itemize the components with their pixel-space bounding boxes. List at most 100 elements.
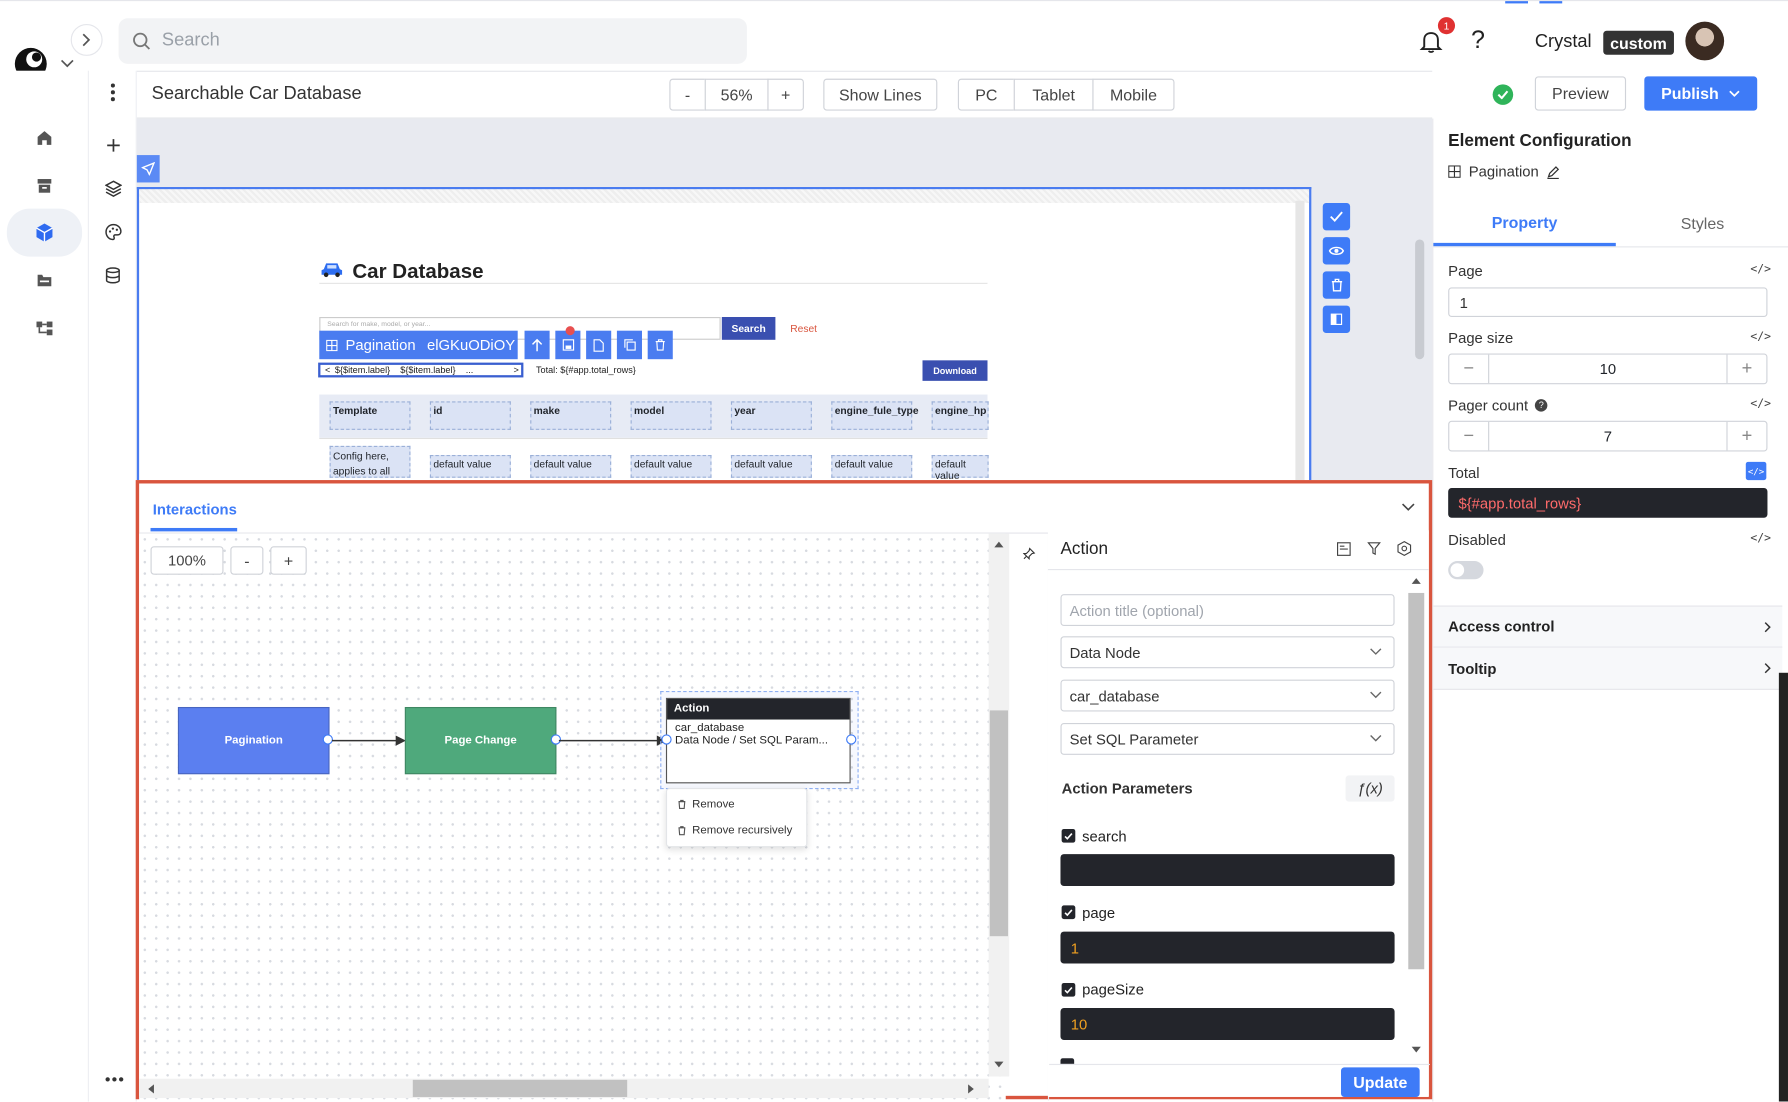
workflow-icon[interactable]	[25, 309, 64, 348]
node-port[interactable]	[661, 734, 672, 745]
interactions-tab[interactable]: Interactions	[150, 497, 238, 532]
app-reset-link[interactable]: Reset	[790, 323, 817, 334]
collapse-sidebar-button[interactable]	[70, 23, 103, 56]
delete-icon[interactable]	[647, 330, 673, 360]
param-checkbox-search[interactable]	[1061, 828, 1076, 843]
fx-button[interactable]: ƒ(x)	[1345, 775, 1395, 802]
pin-icon[interactable]	[1022, 547, 1036, 560]
add-icon[interactable]	[103, 135, 124, 156]
pagination-node[interactable]: Pagination	[177, 706, 330, 775]
pager-preview[interactable]: < ${$item.label} ${$item.label} ... >	[318, 362, 524, 378]
tooltip-section[interactable]: Tooltip	[1433, 647, 1783, 690]
page-input[interactable]: 1	[1448, 287, 1768, 318]
device-pc-button[interactable]: PC	[957, 78, 1015, 111]
increment-button[interactable]: +	[1726, 421, 1766, 451]
cube-icon[interactable]	[6, 208, 83, 257]
app-search-button[interactable]: Search	[721, 317, 776, 340]
eye-icon[interactable]	[1322, 237, 1351, 265]
decrement-button[interactable]: −	[1449, 421, 1490, 451]
tab-property[interactable]: Property	[1433, 201, 1616, 247]
node-port[interactable]	[846, 734, 857, 745]
page-change-node[interactable]: Page Change	[404, 706, 557, 775]
help-button[interactable]: ?	[1471, 25, 1485, 55]
action-node[interactable]: Action car_database Data Node / Set SQL …	[665, 697, 851, 784]
param-value-page[interactable]: 1	[1060, 931, 1395, 964]
table-cell: default value	[530, 454, 612, 478]
collapse-icon[interactable]	[1336, 542, 1351, 557]
flow-canvas[interactable]: 100% - + Pagination Page Change Action c…	[139, 533, 1010, 1101]
code-icon[interactable]: </>	[1750, 398, 1771, 411]
code-toggle-icon[interactable]: </>	[1745, 461, 1767, 481]
flow-horizontal-scrollbar[interactable]	[139, 1078, 989, 1099]
database-icon[interactable]	[103, 265, 124, 286]
more-vertical-icon[interactable]	[104, 82, 122, 103]
edit-icon[interactable]	[1547, 165, 1561, 179]
file-icon[interactable]	[586, 330, 612, 360]
scroll-thumb[interactable]	[1408, 592, 1425, 970]
param-checkbox-page[interactable]	[1061, 905, 1076, 920]
filter-icon[interactable]	[1367, 542, 1381, 556]
scroll-down-icon[interactable]	[994, 1061, 1004, 1068]
menu-item-remove[interactable]: Remove	[677, 798, 735, 811]
tab-styles[interactable]: Styles	[1616, 201, 1788, 247]
preview-button[interactable]: Preview	[1534, 76, 1627, 111]
code-icon[interactable]: </>	[1750, 331, 1771, 344]
total-expression-input[interactable]: ${#app.total_rows}	[1448, 488, 1768, 518]
decrement-button[interactable]: −	[1449, 354, 1490, 384]
copy-icon[interactable]	[616, 330, 642, 360]
param-checkbox-pagesize[interactable]	[1061, 982, 1076, 997]
chevron-down-icon[interactable]	[59, 56, 75, 72]
collapse-panel-icon[interactable]	[1401, 503, 1415, 517]
trash-icon[interactable]	[1322, 271, 1351, 299]
flow-zoom-in-button[interactable]: +	[270, 546, 307, 575]
method-select[interactable]: Set SQL Parameter	[1060, 722, 1395, 755]
palette-icon[interactable]	[103, 221, 124, 242]
param-value-search[interactable]	[1060, 854, 1395, 887]
pager-count-value[interactable]: 7	[1489, 428, 1726, 445]
param-value-pagesize[interactable]: 10	[1060, 1008, 1395, 1040]
action-panel-scrollbar[interactable]	[1407, 575, 1426, 1055]
panel-icon[interactable]	[1322, 305, 1351, 333]
action-title-input[interactable]: Action title (optional)	[1060, 594, 1395, 627]
code-icon[interactable]: </>	[1750, 533, 1771, 546]
access-control-section[interactable]: Access control	[1433, 605, 1783, 648]
code-icon[interactable]: </>	[1750, 263, 1771, 276]
scroll-down-icon[interactable]	[1411, 1046, 1421, 1053]
disabled-toggle[interactable]	[1448, 561, 1484, 580]
check-icon[interactable]	[1322, 202, 1351, 231]
menu-item-remove-recursively[interactable]: Remove recursively	[677, 824, 792, 837]
zoom-out-button[interactable]: -	[669, 78, 706, 111]
home-icon[interactable]	[25, 119, 64, 158]
canvas-pointer-button[interactable]	[136, 155, 160, 183]
data-node-select[interactable]: car_database	[1060, 679, 1395, 712]
page-size-value[interactable]: 10	[1489, 360, 1726, 377]
global-search[interactable]: Search	[118, 18, 747, 64]
avatar[interactable]	[1685, 21, 1725, 61]
flow-vertical-scrollbar[interactable]	[988, 533, 1010, 1077]
device-mobile-button[interactable]: Mobile	[1092, 78, 1175, 111]
update-button[interactable]: Update	[1340, 1067, 1420, 1097]
download-button[interactable]: Download	[922, 360, 988, 381]
folder-icon[interactable]	[25, 261, 64, 300]
increment-button[interactable]: +	[1726, 354, 1766, 384]
canvas-scrollbar[interactable]	[1415, 239, 1425, 360]
publish-button[interactable]: Publish	[1644, 76, 1758, 111]
action-type-select[interactable]: Data Node	[1060, 636, 1395, 669]
pagination-chip[interactable]: Pagination elGKuODiOY	[319, 330, 518, 360]
zoom-in-button[interactable]: +	[767, 78, 804, 111]
scroll-up-icon[interactable]	[994, 541, 1004, 548]
device-tablet-button[interactable]: Tablet	[1013, 78, 1094, 111]
scroll-left-icon[interactable]	[148, 1084, 154, 1094]
scroll-thumb[interactable]	[412, 1079, 628, 1097]
scroll-right-icon[interactable]	[968, 1084, 974, 1094]
bell-icon[interactable]	[1419, 29, 1444, 54]
scroll-up-icon[interactable]	[1411, 578, 1421, 584]
show-lines-button[interactable]: Show Lines	[823, 78, 938, 111]
archive-icon[interactable]	[25, 166, 64, 205]
arrow-up-icon[interactable]	[524, 330, 550, 360]
more-horizontal-icon[interactable]: •••	[105, 1070, 125, 1088]
scroll-thumb[interactable]	[989, 710, 1009, 937]
layers-icon[interactable]	[103, 178, 124, 199]
flow-zoom-out-button[interactable]: -	[230, 546, 264, 575]
settings-icon[interactable]	[1397, 540, 1412, 557]
